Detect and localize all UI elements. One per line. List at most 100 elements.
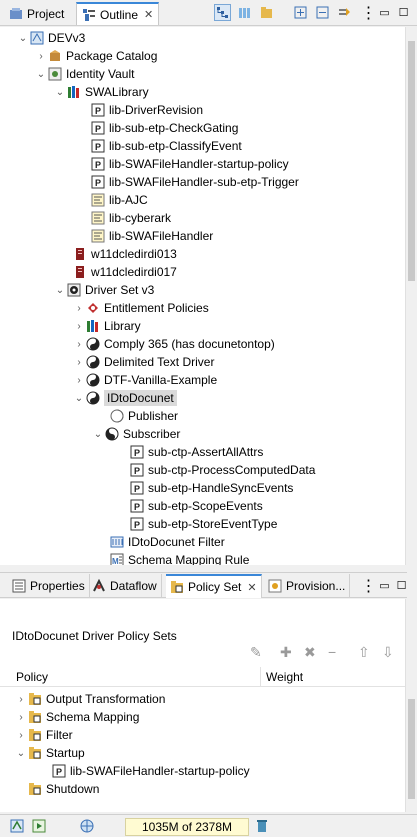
expand-arrow-icon[interactable]: ›	[14, 694, 28, 705]
tree-node-swa-item[interactable]: P lib-sub-etp-ClassifyEvent	[91, 137, 242, 155]
policy-row-schema-mapping[interactable]: › Schema Mapping	[14, 708, 139, 726]
policy-icon: P	[91, 139, 105, 153]
tree-node-publisher[interactable]: Publisher	[110, 407, 178, 425]
close-icon[interactable]: ✕	[247, 581, 256, 594]
expand-arrow-icon[interactable]: ›	[72, 339, 86, 350]
policy-row-startup[interactable]: ⌄ Startup	[14, 744, 85, 762]
collapse-arrow-icon[interactable]: ⌄	[14, 748, 28, 759]
view-menu-button[interactable]: ⋮	[360, 577, 377, 595]
tree-node-swa-item[interactable]: lib-cyberark	[91, 209, 171, 227]
tree-node-filter[interactable]: IDtoDocunet Filter	[110, 533, 225, 551]
scrollbar-thumb[interactable]	[408, 699, 415, 799]
network-button[interactable]	[78, 817, 95, 834]
add-policy-button[interactable]: ✚	[280, 643, 292, 661]
driver-set-icon	[67, 283, 81, 297]
tree-node-library[interactable]: › Library	[72, 317, 140, 335]
minimize-button[interactable]: ▭	[376, 4, 393, 21]
tree-node-schema-rule[interactable]: M Schema Mapping Rule	[110, 551, 249, 565]
column-divider[interactable]	[260, 667, 261, 687]
tree-label: sub-etp-HandleSyncEvents	[148, 481, 294, 495]
expand-arrow-icon[interactable]: ›	[72, 357, 86, 368]
edit-policy-button[interactable]: ✎	[250, 643, 262, 661]
tree-node-swa-item[interactable]: P lib-SWAFileHandler-startup-policy	[91, 155, 289, 173]
expand-arrow-icon[interactable]: ›	[14, 712, 28, 723]
deploy-button[interactable]	[8, 817, 25, 834]
tab-properties[interactable]: Properties	[8, 574, 90, 598]
expand-arrow-icon[interactable]: ›	[72, 303, 86, 314]
remove-policy-button[interactable]: −	[328, 643, 336, 661]
policy-scrollbar[interactable]	[405, 599, 417, 812]
view-menu-button[interactable]: ⋮	[360, 4, 377, 22]
collapse-all-button[interactable]	[314, 4, 331, 21]
expand-arrow-icon[interactable]: ›	[72, 375, 86, 386]
tree-node-subscriber[interactable]: ⌄ Subscriber	[91, 425, 181, 443]
outline-tree[interactable]: ⌄ DEVv3 › Package Catalog ⌄ Identity Vau…	[0, 27, 405, 565]
tree-node-package-catalog[interactable]: › Package Catalog	[34, 47, 157, 65]
policy-row-output-transformation[interactable]: › Output Transformation	[14, 690, 165, 708]
tree-node-server[interactable]: w11dcledirdi017	[73, 263, 177, 281]
collapse-arrow-icon[interactable]: ⌄	[53, 87, 67, 98]
garbage-collect-button[interactable]	[253, 817, 270, 834]
tree-node-swa-item[interactable]: lib-SWAFileHandler	[91, 227, 213, 245]
tab-outline[interactable]: Outline ✕	[76, 2, 160, 25]
tree-node-driver-set[interactable]: ⌄ Driver Set v3	[53, 281, 155, 299]
tree-node-driver[interactable]: › Delimited Text Driver	[72, 353, 214, 371]
expand-arrow-icon[interactable]: ›	[14, 730, 28, 741]
ecma-script-icon	[91, 229, 105, 243]
column-header-weight[interactable]: Weight	[266, 670, 303, 684]
close-icon[interactable]: ✕	[144, 8, 153, 21]
policy-row-filter[interactable]: › Filter	[14, 726, 72, 744]
collapse-arrow-icon[interactable]: ⌄	[16, 33, 30, 44]
show-children-button[interactable]	[236, 4, 253, 21]
expand-arrow-icon[interactable]: ›	[34, 51, 48, 62]
tree-node-server[interactable]: w11dcledirdi013	[73, 245, 177, 263]
tree-node-swa-item[interactable]: P lib-SWAFileHandler-sub-etp-Trigger	[91, 173, 299, 191]
collapse-arrow-icon[interactable]: ⌄	[72, 393, 86, 404]
tree-node-driver[interactable]: › DTF-Vanilla-Example	[72, 371, 217, 389]
expand-all-button[interactable]	[292, 4, 309, 21]
run-button[interactable]	[30, 817, 47, 834]
heap-status[interactable]: 1035M of 2378M	[125, 818, 249, 836]
delete-policy-button[interactable]: ✖	[304, 643, 316, 661]
maximize-button[interactable]: ☐	[393, 577, 410, 594]
tree-node-entitlement-policies[interactable]: › Entitlement Policies	[72, 299, 208, 317]
tree-node-sub-item[interactable]: P sub-etp-ScopeEvents	[130, 497, 263, 515]
column-header-policy[interactable]: Policy	[16, 670, 48, 684]
move-down-button[interactable]: ⇩	[382, 643, 394, 661]
tree-node-sub-item[interactable]: P sub-ctp-AssertAllAttrs	[130, 443, 263, 461]
tree-node-sub-item[interactable]: P sub-etp-StoreEventType	[130, 515, 277, 533]
expand-arrow-icon[interactable]: ›	[72, 321, 86, 332]
tree-node-swalibrary[interactable]: ⌄ SWALibrary	[53, 83, 149, 101]
tree-label: lib-AJC	[109, 193, 148, 207]
tree-node-sub-item[interactable]: P sub-ctp-ProcessComputedData	[130, 461, 315, 479]
policy-row-startup-policy[interactable]: P lib-SWAFileHandler-startup-policy	[52, 762, 250, 780]
link-editor-button[interactable]	[336, 4, 353, 21]
svg-text:P: P	[134, 466, 140, 476]
tree-node-identity-vault[interactable]: ⌄ Identity Vault	[34, 65, 135, 83]
tree-node-sub-item[interactable]: P sub-etp-HandleSyncEvents	[130, 479, 293, 497]
tree-node-idtodocunet[interactable]: ⌄ IDtoDocunet	[72, 389, 177, 407]
tree-node-swa-item[interactable]: P lib-DriverRevision	[91, 101, 203, 119]
collapse-arrow-icon[interactable]: ⌄	[53, 285, 67, 296]
tab-policy-set[interactable]: Policy Set ✕	[166, 574, 262, 598]
maximize-button[interactable]: ☐	[395, 4, 412, 21]
minimize-button[interactable]: ▭	[376, 577, 393, 594]
tree-node-swa-item[interactable]: lib-AJC	[91, 191, 148, 209]
collapse-arrow-icon[interactable]: ⌄	[91, 429, 105, 440]
tree-node-driver[interactable]: › Comply 365 (has docunetontop)	[72, 335, 274, 353]
tree-layout-toggle[interactable]	[214, 4, 231, 21]
scrollbar-thumb[interactable]	[408, 41, 415, 281]
tree-label: Schema Mapping Rule	[128, 553, 250, 565]
tree-node-root[interactable]: ⌄ DEVv3	[16, 29, 86, 47]
tab-dataflow[interactable]: Dataflow	[88, 574, 162, 598]
tab-provision[interactable]: Provision...	[264, 574, 351, 598]
collapse-arrow-icon[interactable]: ⌄	[34, 69, 48, 80]
tree-node-swa-item[interactable]: P lib-sub-etp-CheckGating	[91, 119, 238, 137]
filter-folders-button[interactable]	[258, 4, 275, 21]
tree-label: lib-cyberark	[109, 211, 172, 225]
policy-row-shutdown[interactable]: Shutdown	[28, 780, 99, 798]
tab-project[interactable]: Project	[4, 2, 69, 25]
move-up-button[interactable]: ⇧	[358, 643, 370, 661]
outline-scrollbar[interactable]	[405, 27, 417, 565]
bottom-view-tabbar: Properties Dataflow Policy Set ✕ Provisi…	[0, 572, 407, 598]
